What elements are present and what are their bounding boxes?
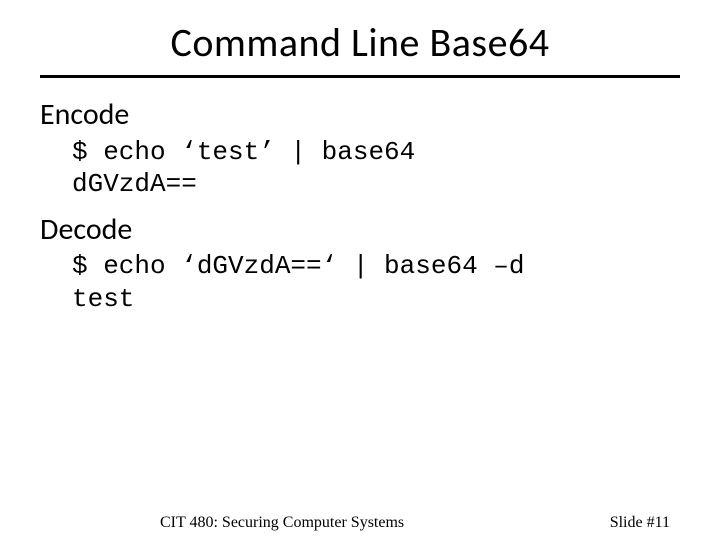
encode-block: $ echo ‘test’ | base64 dGVzdA== (72, 136, 680, 201)
slide-title: Command Line Base64 (0, 18, 720, 67)
decode-label: Decode (40, 211, 680, 249)
course-label: CIT 480: Securing Computer Systems (160, 514, 404, 532)
decode-command: $ echo ‘dGVzdA==‘ | base64 –d (72, 251, 524, 281)
slide-content: Encode $ echo ‘test’ | base64 dGVzdA== D… (40, 96, 680, 315)
decode-block: $ echo ‘dGVzdA==‘ | base64 –d test (72, 250, 680, 315)
slide-footer: CIT 480: Securing Computer Systems Slide… (0, 514, 720, 536)
title-rule (40, 75, 680, 78)
slide: Command Line Base64 Encode $ echo ‘test’… (0, 18, 720, 540)
encode-output: dGVzdA== (72, 169, 197, 199)
decode-output: test (72, 284, 134, 314)
slide-number: Slide #11 (610, 514, 670, 532)
encode-command: $ echo ‘test’ | base64 (72, 137, 415, 167)
encode-label: Encode (40, 96, 680, 134)
